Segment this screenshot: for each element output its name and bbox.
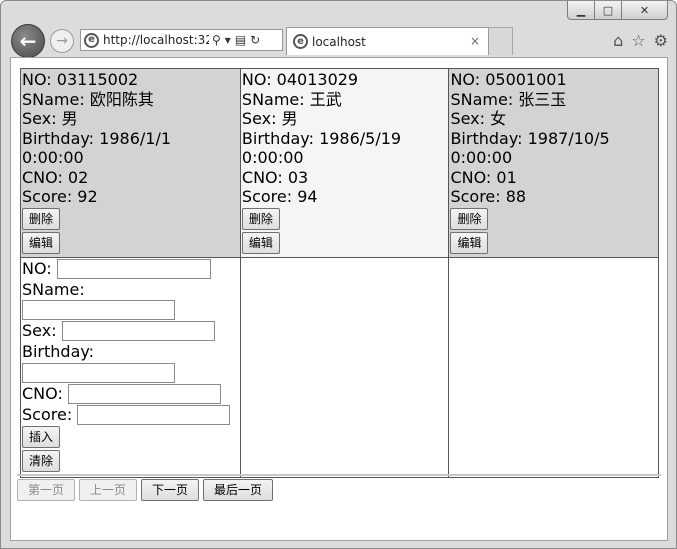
minimize-button[interactable]: ▁ [567, 1, 595, 20]
sex-field-line: Sex: [22, 321, 239, 341]
tab-title: localhost [312, 34, 366, 49]
navigation-bar: ← → e http://localhost:32 ⚲ ▾ ▤ ↻ e loca… [1, 21, 676, 58]
browser-tools: ⌂ ☆ ⚙ [613, 31, 668, 50]
edit-button[interactable]: 编辑 [22, 231, 61, 254]
prev-page-button[interactable]: 上一页 [79, 479, 138, 501]
record-cno: CNO: 01 [450, 167, 517, 187]
sex-input[interactable] [61, 321, 215, 341]
first-page-button[interactable]: 第一页 [17, 479, 76, 501]
record-score: Score: 92 [22, 187, 98, 206]
insert-row: NO: SName: Sex: Birthday: CNO: Score: 插入… [20, 256, 659, 478]
record-cno: CNO: 02 [22, 167, 89, 187]
empty-cell [448, 256, 659, 478]
record-cno: CNO: 03 [241, 167, 309, 187]
record-sex: Sex: 女 [450, 109, 507, 128]
record-birthday: Birthday: 1986/1/1 [22, 128, 172, 148]
forward-arrow-icon[interactable]: → [50, 29, 74, 53]
cno-field-line: CNO: [22, 383, 239, 404]
dropdown-icon[interactable]: ▾ [225, 33, 231, 47]
pager: 第一页 上一页 下一页 最后一页 [17, 474, 661, 501]
last-page-button[interactable]: 最后一页 [203, 479, 274, 501]
delete-button[interactable]: 删除 [22, 207, 61, 230]
new-tab-button[interactable] [489, 27, 513, 55]
sname-label: SName: [22, 279, 85, 299]
no-label: NO: [22, 258, 52, 278]
score-label: Score: [22, 404, 73, 424]
records-row: NO: 03115002 SName: 欧阳陈其 Sex: 男 Birthday… [20, 68, 659, 258]
record-birthday-time: 0:00:00 [22, 148, 84, 167]
clear-button[interactable]: 清除 [22, 449, 61, 472]
address-text[interactable]: http://localhost:32 [103, 33, 209, 47]
sname-field-line: SName: [22, 280, 239, 300]
record-score: Score: 88 [450, 187, 527, 206]
edit-button[interactable]: 编辑 [241, 231, 280, 254]
record-birthday: Birthday: 1986/5/19 [241, 128, 402, 148]
record-sex: Sex: 男 [241, 109, 298, 128]
birthday-input[interactable] [22, 362, 175, 383]
sname-input[interactable] [22, 300, 175, 320]
insert-button[interactable]: 插入 [22, 425, 61, 448]
records-grid: NO: 03115002 SName: 欧阳陈其 Sex: 男 Birthday… [20, 68, 659, 478]
record-card: NO: 05001001 SName: 张三玉 Sex: 女 Birthday:… [448, 68, 659, 258]
record-sex: Sex: 男 [22, 109, 78, 128]
sex-label: Sex: [22, 321, 57, 341]
cno-label: CNO: [22, 383, 63, 403]
page-content: NO: 03115002 SName: 欧阳陈其 Sex: 男 Birthday… [10, 57, 668, 541]
star-icon[interactable]: ☆ [631, 31, 645, 50]
edit-button[interactable]: 编辑 [450, 231, 489, 254]
delete-button[interactable]: 删除 [241, 207, 280, 230]
no-input[interactable] [56, 258, 211, 279]
insert-form: NO: SName: Sex: Birthday: CNO: Score: 插入… [20, 256, 241, 478]
window-controls: ▁ □ ✕ [567, 1, 668, 21]
compat-icon[interactable]: ▤ [235, 33, 246, 47]
tab-localhost[interactable]: e localhost × [286, 27, 489, 55]
gear-icon[interactable]: ⚙ [654, 31, 668, 50]
refresh-icon[interactable]: ↻ [250, 33, 260, 47]
record-no: NO: 05001001 [450, 70, 567, 89]
birthday-label: Birthday: [22, 342, 95, 361]
empty-cell [239, 256, 450, 478]
record-no: NO: 03115002 [22, 70, 139, 89]
ie-icon: e [293, 34, 308, 49]
maximize-button[interactable]: □ [595, 1, 622, 20]
close-window-button[interactable]: ✕ [622, 1, 668, 20]
score-field-line: Score: [22, 404, 239, 425]
address-bar[interactable]: e http://localhost:32 ⚲ ▾ ▤ ↻ [80, 29, 283, 51]
record-birthday-time: 0:00:00 [241, 148, 304, 167]
record-birthday: Birthday: 1987/10/5 [450, 128, 610, 148]
record-sname: SName: 欧阳陈其 [22, 89, 154, 109]
address-tools: ⚲ ▾ ▤ ↻ [212, 33, 260, 47]
back-arrow-icon[interactable]: ← [11, 24, 45, 58]
cno-input[interactable] [67, 383, 221, 404]
browser-window: ▁ □ ✕ ← → e http://localhost:32 ⚲ ▾ ▤ ↻ … [0, 0, 677, 549]
record-sname: SName: 张三玉 [450, 89, 567, 109]
record-card: NO: 04013029 SName: 王武 Sex: 男 Birthday: … [239, 68, 450, 258]
score-input[interactable] [77, 404, 231, 425]
birthday-field-line: Birthday: [22, 342, 239, 362]
delete-button[interactable]: 删除 [450, 207, 489, 230]
record-birthday-time: 0:00:00 [450, 148, 513, 167]
record-card: NO: 03115002 SName: 欧阳陈其 Sex: 男 Birthday… [20, 68, 241, 258]
close-icon[interactable]: × [470, 34, 480, 48]
home-icon[interactable]: ⌂ [613, 31, 623, 50]
no-field-line: NO: [22, 258, 239, 279]
ie-icon: e [84, 32, 99, 48]
record-sname: SName: 王武 [241, 89, 342, 109]
record-score: Score: 94 [241, 187, 318, 206]
next-page-button[interactable]: 下一页 [141, 479, 200, 501]
record-no: NO: 04013029 [241, 70, 359, 89]
search-icon[interactable]: ⚲ [212, 33, 221, 47]
